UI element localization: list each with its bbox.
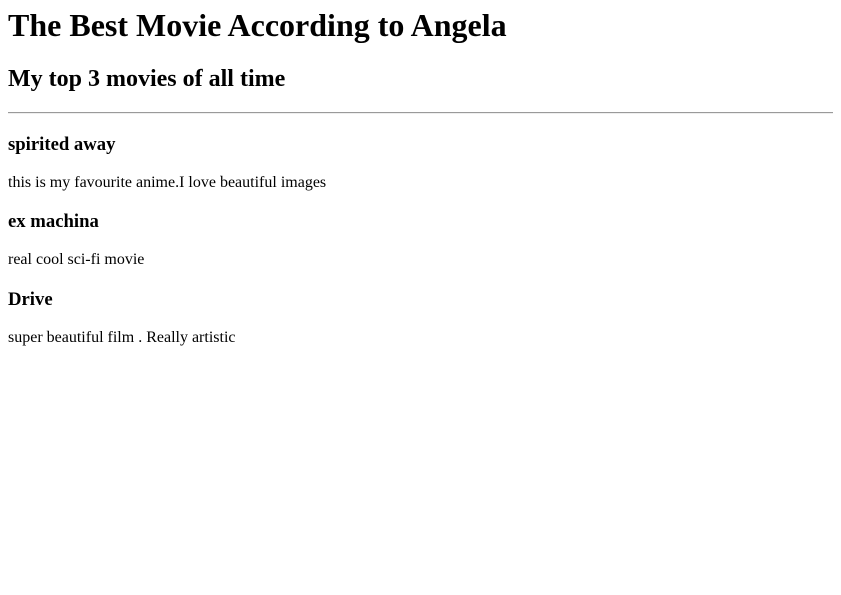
- movie-description-ex-machina: real cool sci-fi movie: [8, 251, 145, 268]
- page-subtitle: My top 3 movies of all time: [8, 66, 286, 92]
- movie-description-spirited-away: this is my favourite anime.I love beauti…: [8, 174, 327, 191]
- movie-title-ex-machina: ex machina: [8, 211, 99, 232]
- divider: [8, 112, 833, 114]
- movie-title-drive: Drive: [8, 289, 53, 310]
- page-title: The Best Movie According to Angela: [8, 7, 507, 43]
- page: The Best Movie According to Angela My to…: [0, 0, 841, 595]
- movie-description-drive: super beautiful film . Really artistic: [8, 329, 236, 346]
- movie-title-spirited-away: spirited away: [8, 134, 116, 155]
